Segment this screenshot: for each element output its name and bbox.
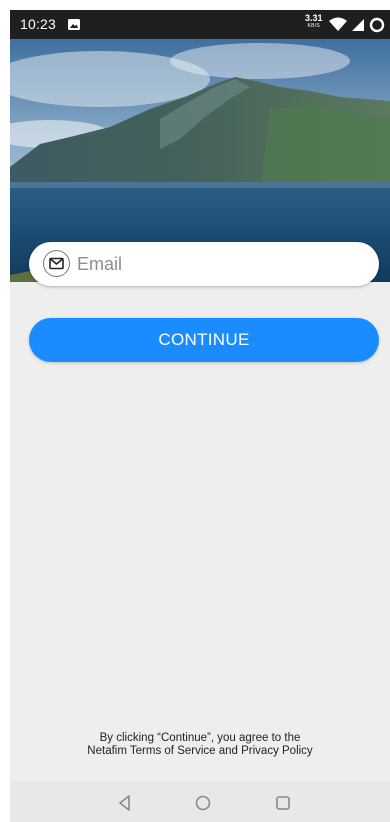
wifi-icon	[329, 17, 347, 31]
mail-icon	[43, 250, 70, 277]
app-screen: 10:23 3.31 KB/S Email CONTINUE By clicki…	[10, 10, 390, 822]
recents-icon[interactable]	[272, 792, 294, 814]
home-icon[interactable]	[192, 792, 214, 814]
terms-line-2[interactable]: Netafim Terms of Service and Privacy Pol…	[10, 745, 390, 758]
terms-notice: By clicking “Continue”, you agree to the…	[10, 732, 390, 758]
status-bar: 10:23 3.31 KB/S	[10, 10, 390, 39]
signal-icon	[352, 19, 364, 31]
system-navigation-bar	[10, 782, 390, 822]
network-speed-unit: KB/S	[307, 23, 321, 29]
image-icon	[68, 19, 80, 30]
continue-button[interactable]: CONTINUE	[29, 318, 379, 362]
email-field-container	[29, 242, 379, 286]
network-speed: 3.31 KB/S	[305, 14, 323, 30]
email-input[interactable]	[77, 249, 367, 279]
status-time: 10:23	[20, 16, 57, 32]
system-icons	[329, 17, 385, 33]
back-icon[interactable]	[114, 792, 136, 814]
battery-icon	[369, 17, 385, 33]
terms-line-1: By clicking “Continue”, you agree to the	[99, 732, 301, 744]
